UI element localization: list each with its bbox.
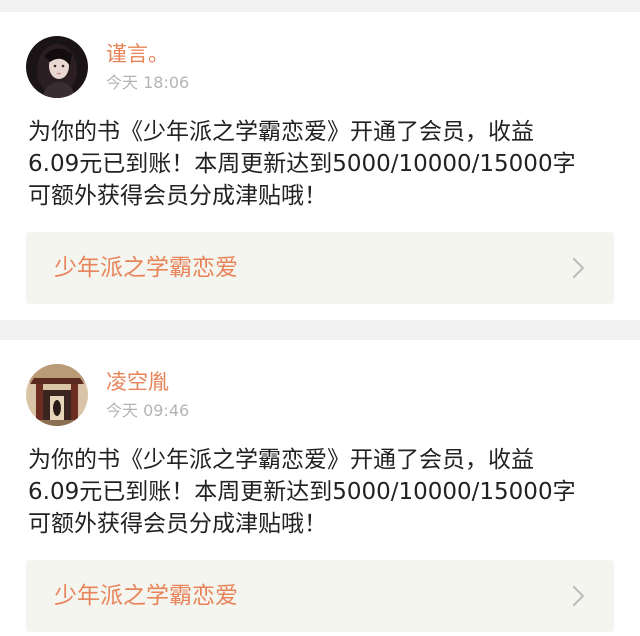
message-line: 可额外获得会员分成津贴哦！ (28, 183, 327, 209)
message-line: 为你的书《少年派之学霸恋爱》开通了会员，收益 (28, 119, 534, 145)
girl-portrait-avatar-icon (26, 36, 88, 98)
post-timestamp: 今天 09:46 (106, 401, 190, 420)
chevron-right-icon (572, 257, 586, 279)
book-title: 少年派之学霸恋爱 (54, 255, 238, 281)
user-name[interactable]: 谨言。 (106, 42, 169, 66)
post-timestamp: 今天 18:06 (106, 73, 190, 92)
user-avatar[interactable] (26, 364, 88, 426)
message-line: 6.09元已到账！本周更新达到5000/10000/15000字 (28, 151, 576, 177)
notification-message: 为你的书《少年派之学霸恋爱》开通了会员，收益 6.09元已到账！本周更新达到50… (28, 444, 618, 540)
message-line: 为你的书《少年派之学霸恋爱》开通了会员，收益 (28, 447, 534, 473)
user-name[interactable]: 凌空胤 (106, 370, 169, 394)
notification-card: 凌空胤 今天 09:46 为你的书《少年派之学霸恋爱》开通了会员，收益 6.09… (0, 340, 640, 636)
book-link-card[interactable]: 少年派之学霸恋爱 (26, 232, 614, 304)
message-line: 6.09元已到账！本周更新达到5000/10000/15000字 (28, 479, 576, 505)
book-title: 少年派之学霸恋爱 (54, 583, 238, 609)
book-link-card[interactable]: 少年派之学霸恋爱 (26, 560, 614, 632)
notification-message: 为你的书《少年派之学霸恋爱》开通了会员，收益 6.09元已到账！本周更新达到50… (28, 116, 618, 212)
chevron-right-icon (572, 585, 586, 607)
notification-feed: 谨言。 今天 18:06 为你的书《少年派之学霸恋爱》开通了会员，收益 6.09… (0, 0, 640, 636)
temple-scene-avatar-icon (26, 364, 88, 426)
message-line: 可额外获得会员分成津贴哦！ (28, 511, 327, 537)
user-avatar[interactable] (26, 36, 88, 98)
notification-card: 谨言。 今天 18:06 为你的书《少年派之学霸恋爱》开通了会员，收益 6.09… (0, 12, 640, 320)
